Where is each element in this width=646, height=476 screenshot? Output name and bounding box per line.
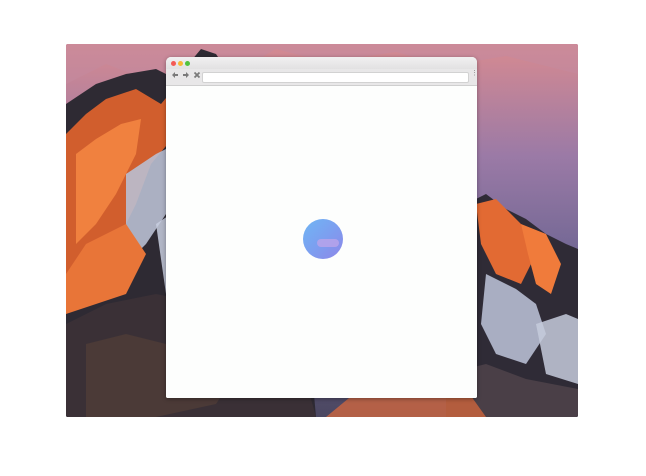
- back-button[interactable]: [170, 71, 179, 83]
- browser-window: ⋮: [166, 57, 477, 398]
- browser-content: [166, 86, 477, 398]
- forward-button[interactable]: [181, 71, 190, 83]
- arrow-right-icon: [182, 72, 189, 78]
- vertical-dots-icon[interactable]: ⋮: [471, 70, 477, 82]
- address-bar[interactable]: [202, 72, 469, 83]
- maximize-window-button[interactable]: [185, 61, 190, 66]
- stop-button[interactable]: [192, 71, 201, 83]
- loader-cloud-shape: [317, 239, 339, 247]
- browser-titlebar: [166, 57, 477, 69]
- minimize-window-button[interactable]: [178, 61, 183, 66]
- arrow-left-icon: [171, 72, 178, 78]
- browser-toolbar: ⋮: [166, 69, 477, 86]
- loading-orb-icon: [303, 219, 343, 259]
- close-window-button[interactable]: [171, 61, 176, 66]
- close-x-icon: [193, 71, 200, 79]
